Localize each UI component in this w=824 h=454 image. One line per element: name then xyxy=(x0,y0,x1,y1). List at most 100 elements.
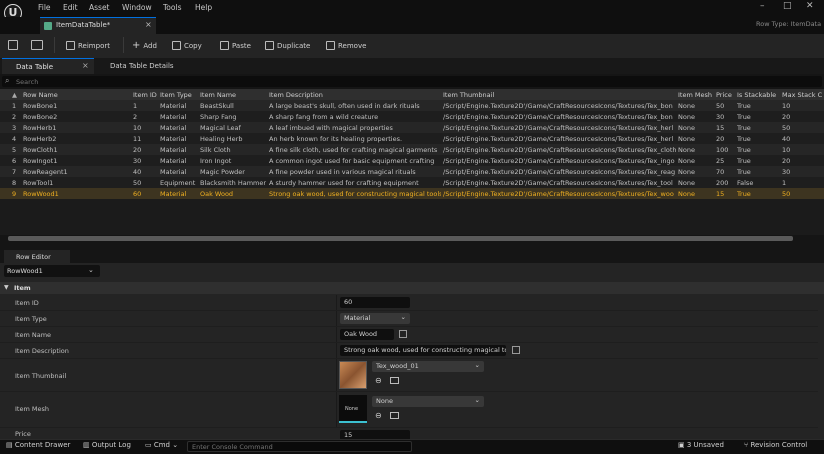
table-row[interactable]: 5 RowCloth1 20 Material Silk Cloth A fine sil… xyxy=(0,144,824,155)
table-row[interactable]: 2 RowBone2 2 Material Sharp Fang A sharp fang… xyxy=(0,111,824,122)
table-row[interactable]: 8 RowTool1 50 Equipment Blacksmith Hammer A s… xyxy=(0,177,824,188)
row-editor-tab-bar xyxy=(0,248,824,263)
cell-item-description: A sharp fang from a wild creature xyxy=(269,112,379,121)
table-row[interactable]: 6 RowIngot1 30 Material Iron Ingot A common i… xyxy=(0,155,824,166)
horizontal-scrollbar[interactable] xyxy=(8,236,793,241)
revision-control-button[interactable]: ⑂ Revision Control xyxy=(744,441,807,449)
header-max-stack[interactable]: Max Stack C xyxy=(782,91,822,99)
output-log-button[interactable]: ▥ Output Log xyxy=(83,441,131,449)
search-input[interactable] xyxy=(16,77,796,86)
cell-is-stackable: True xyxy=(737,156,751,165)
duplicate-button[interactable]: Duplicate xyxy=(265,38,310,53)
tab-data-table[interactable]: Data Table × xyxy=(2,58,94,74)
cell-item-mesh: None xyxy=(678,101,695,110)
column-divider xyxy=(336,295,337,310)
cell-item-name: Healing Herb xyxy=(200,134,243,143)
tab-data-table-details[interactable]: Data Table Details xyxy=(110,62,174,70)
menu-tools[interactable]: Tools xyxy=(163,3,181,12)
tab-row-editor[interactable]: Row Editor xyxy=(4,250,70,263)
cell-item-id: 2 xyxy=(133,112,138,121)
price-field[interactable]: 15 xyxy=(340,430,410,439)
table-row[interactable]: 7 RowReagent1 40 Material Magic Powder A fine… xyxy=(0,166,824,177)
localization-flag-icon[interactable] xyxy=(512,346,520,354)
table-row[interactable]: 4 RowHerb2 11 Material Healing Herb An herb k… xyxy=(0,133,824,144)
unsaved-icon: ▣ xyxy=(678,441,687,449)
menu-window[interactable]: Window xyxy=(122,3,152,12)
menu-asset[interactable]: Asset xyxy=(89,3,110,12)
close-tab-icon[interactable]: × xyxy=(82,61,89,70)
category-item[interactable]: ▼ Item xyxy=(0,282,824,294)
cell-item-name: Sharp Fang xyxy=(200,112,237,121)
item-mesh-dropdown[interactable]: None ⌄ xyxy=(372,396,484,407)
paste-label: Paste xyxy=(232,41,251,50)
item-name-field[interactable]: Oak Wood xyxy=(340,329,394,340)
table-row[interactable]: 1 RowBone1 1 Material BeastSkull A large beas… xyxy=(0,100,824,111)
cell-max-stack: 40 xyxy=(782,134,791,143)
menu-edit[interactable]: Edit xyxy=(63,3,78,12)
close-tab-icon[interactable]: × xyxy=(145,20,152,29)
header-item-name[interactable]: Item Name xyxy=(200,91,236,99)
collapse-icon: ▼ xyxy=(4,284,9,291)
header-item-mesh[interactable]: Item Mesh xyxy=(678,91,712,99)
row-selector-dropdown[interactable]: RowWood1 ⌄ xyxy=(4,265,100,277)
cell-row-name: RowHerb1 xyxy=(23,123,57,132)
cell-max-stack: 20 xyxy=(782,112,791,121)
selected-row-name: RowWood1 xyxy=(7,267,43,275)
cell-item-mesh: None xyxy=(678,112,695,121)
cell-item-description: A fine powder used in various magical ri… xyxy=(269,167,416,176)
menu-file[interactable]: File xyxy=(38,3,51,12)
add-button[interactable]: + Add xyxy=(132,38,157,53)
item-thumbnail-dropdown[interactable]: Tex_wood_01 ⌄ xyxy=(372,361,484,372)
column-divider xyxy=(336,327,337,342)
item-thumbnail-label: Item Thumbnail xyxy=(15,372,67,380)
close-window-icon[interactable]: ✕ xyxy=(806,1,814,11)
item-description-field[interactable]: Strong oak wood, used for constructing m… xyxy=(340,345,506,356)
mesh-thumbnail[interactable]: None xyxy=(339,395,367,423)
maximize-icon[interactable]: □ xyxy=(783,1,792,11)
use-selected-icon[interactable]: ⊖ xyxy=(375,376,382,385)
save-icon[interactable] xyxy=(8,40,18,50)
cell-item-mesh: None xyxy=(678,189,695,198)
cell-row-number: 7 xyxy=(12,167,17,176)
document-tab[interactable]: ItemDataTable* × xyxy=(40,17,156,34)
cell-item-id: 50 xyxy=(133,178,142,187)
header-price[interactable]: Price xyxy=(716,91,732,99)
header-row-name[interactable]: Row Name xyxy=(23,91,58,99)
cell-price: 30 xyxy=(716,112,725,121)
table-header: ▲ Row Name Item ID Item Type Item Name I… xyxy=(0,89,824,100)
console-input-box[interactable] xyxy=(187,441,412,452)
header-item-description[interactable]: Item Description xyxy=(269,91,323,99)
table-row[interactable]: 3 RowHerb1 10 Material Magical Leaf A leaf im… xyxy=(0,122,824,133)
minimize-icon[interactable]: – xyxy=(760,1,765,11)
thumbnail-preview[interactable] xyxy=(339,361,367,389)
header-item-id[interactable]: Item ID xyxy=(133,91,157,99)
cell-price: 100 xyxy=(716,145,729,154)
chevron-down-icon: ⌄ xyxy=(172,441,179,449)
copy-button[interactable]: Copy xyxy=(172,38,202,53)
category-label: Item xyxy=(14,284,31,292)
header-item-type[interactable]: Item Type xyxy=(160,91,192,99)
localization-flag-icon[interactable] xyxy=(399,330,407,338)
paste-button[interactable]: Paste xyxy=(220,38,251,53)
use-selected-icon[interactable]: ⊖ xyxy=(375,411,382,420)
add-label: Add xyxy=(143,41,157,50)
content-drawer-button[interactable]: ▤ Content Drawer xyxy=(6,441,70,449)
header-item-thumbnail[interactable]: Item Thumbnail xyxy=(443,91,494,99)
table-row[interactable]: 9 RowWood1 60 Material Oak Wood Strong oak wo… xyxy=(0,188,824,199)
item-type-dropdown[interactable]: Material ⌄ xyxy=(340,313,410,324)
cmd-button[interactable]: ▭ Cmd ⌄ xyxy=(145,441,178,449)
cell-row-number: 8 xyxy=(12,178,17,187)
browse-icon[interactable] xyxy=(31,40,43,50)
search-bar[interactable]: ⌕ xyxy=(2,76,822,87)
console-input[interactable] xyxy=(188,442,411,451)
menu-help[interactable]: Help xyxy=(195,3,212,12)
browse-folder-icon[interactable] xyxy=(390,412,399,419)
remove-button[interactable]: Remove xyxy=(326,38,366,53)
unsaved-button[interactable]: ▣ 3 Unsaved xyxy=(678,441,724,449)
item-id-field[interactable]: 60 xyxy=(340,297,410,308)
header-is-stackable[interactable]: Is Stackable xyxy=(737,91,776,99)
browse-folder-icon[interactable] xyxy=(390,377,399,384)
cell-is-stackable: True xyxy=(737,112,751,121)
sort-icon[interactable]: ▲ xyxy=(12,91,17,99)
reimport-button[interactable]: Reimport xyxy=(66,38,110,53)
